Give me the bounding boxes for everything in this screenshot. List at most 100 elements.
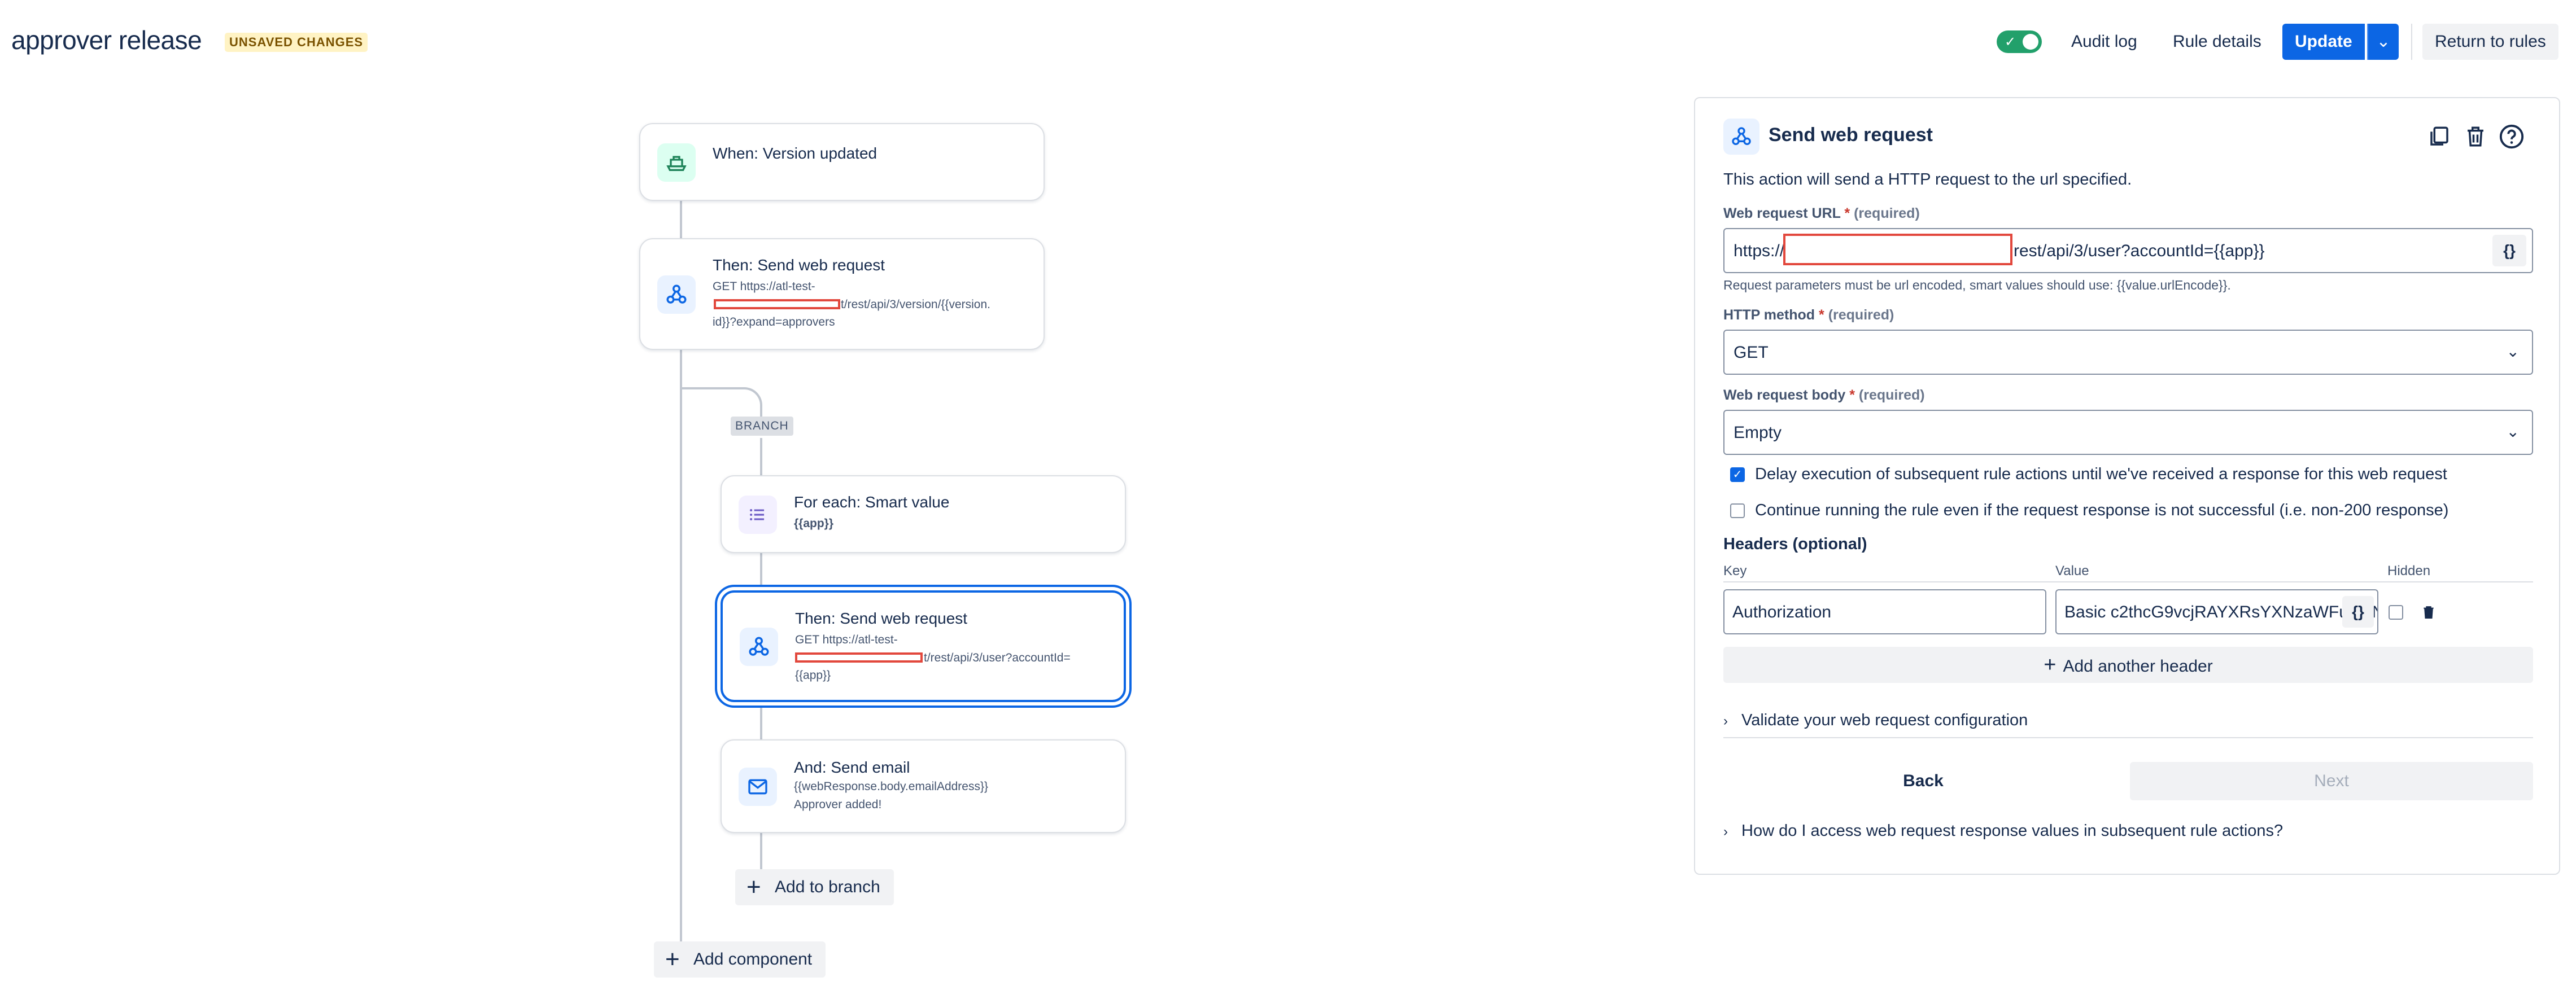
help-icon[interactable] [2496,121,2527,152]
plus-icon: + [746,873,761,901]
url-label: Web request URL * (required) [1723,205,1920,222]
url-input[interactable]: https:// rest/api/3/user?accountId={{app… [1723,228,2533,273]
chevron-right-icon: › [1723,713,1728,729]
unsaved-changes-badge: UNSAVED CHANGES [225,33,368,52]
body-label-text: Web request body [1723,387,1846,403]
smart-value-button[interactable]: {} [2342,596,2374,628]
action1-url-line1: GET https://atl-test- [713,280,815,293]
check-icon: ✓ [2005,34,2016,50]
http-method-select[interactable]: GET ⌄ [1723,330,2533,375]
action1-url-line3: id}}?expand=approvers [713,316,835,328]
action1-title: Then: Send web request [713,256,885,274]
add-to-branch-label: Add to branch [775,878,880,896]
webhook-icon [657,275,696,314]
faq-label: How do I access web request response val… [1741,822,2284,840]
delay-checkbox[interactable]: ✓ [1730,467,1745,482]
url-suffix: rest/api/3/user?accountId={{app}} [2014,242,2265,260]
col-key: Key [1723,563,1747,579]
required-text: (required) [1854,205,1920,221]
plus-icon: + [665,945,680,973]
rule-details-button[interactable]: Rule details [2160,24,2274,60]
validate-label: Validate your web request configuration [1741,711,2028,729]
headers-title: Headers (optional) [1723,535,1867,553]
action2-title: Then: Send web request [795,610,968,627]
faq-expander[interactable]: › How do I access web request response va… [1723,822,2283,840]
action2-url-line1: GET https://atl-test- [795,633,898,646]
redaction-box [714,299,840,309]
list-icon [739,496,777,534]
method-value: GET [1734,343,1769,362]
hidden-checkbox[interactable] [2389,605,2403,620]
method-label-text: HTTP method [1723,307,1815,323]
panel-title: Send web request [1769,124,1933,146]
header-divider [2411,24,2412,60]
add-header-label: Add another header [2063,657,2213,676]
send-web-request-card[interactable]: Then: Send web request GET https://atl-t… [639,238,1045,350]
trash-icon[interactable] [2420,604,2437,621]
foreach-title: For each: Smart value [794,493,950,511]
for-each-card[interactable]: For each: Smart value {{app}} [721,475,1126,553]
chevron-down-icon: ⌄ [2506,343,2520,360]
header-value-input[interactable]: Basic c2thcG9vcjRAYXRsYXNzaWFuLmNvbTpBVE… [2055,589,2378,634]
trigger-card[interactable]: When: Version updated [639,123,1045,201]
rule-enabled-toggle[interactable]: ✓ [1997,30,2042,53]
smart-value-button[interactable]: {} [2492,235,2526,266]
update-button[interactable]: Update [2282,24,2365,60]
add-to-branch-button[interactable]: + Add to branch [735,869,894,905]
chevron-down-icon: ⌄ [2376,32,2391,51]
headers-divider [1723,581,2533,582]
plus-icon: + [2044,653,2057,677]
copy-icon[interactable] [2424,121,2455,152]
required-asterisk: * [1844,205,1850,221]
webhook-icon [740,628,778,666]
email-subject: Approver added! [794,798,882,811]
continue-checkbox-label: Continue running the rule even if the re… [1755,501,2449,519]
action2-url-line2: t/rest/api/3/user?accountId= [924,651,1071,664]
ship-icon [657,143,696,182]
action1-url-line2: t/rest/api/3/version/{{version. [841,298,990,311]
trigger-title: When: Version updated [713,144,877,162]
validate-expander[interactable]: › Validate your web request configuration [1723,711,2028,730]
header-key-input[interactable]: Authorization [1723,589,2046,634]
back-button[interactable]: Back [1723,762,2123,800]
header-key-value: Authorization [1732,603,1832,621]
header-value-value: Basic c2thcG9vcjRAYXRsYXNzaWFuLmNvbTpBVE… [2064,603,2377,621]
next-button[interactable]: Next [2130,762,2533,800]
chevron-right-icon: › [1723,824,1728,839]
col-hidden: Hidden [2387,563,2431,579]
method-label: HTTP method * (required) [1723,307,1894,323]
email-title: And: Send email [794,759,910,776]
action2-url-line3: {{app}} [795,669,831,682]
foreach-smart-value: {{app}} [794,517,834,530]
url-label-text: Web request URL [1723,205,1841,221]
rule-title: approver release [11,25,202,55]
mail-icon [739,768,777,806]
request-body-select[interactable]: Empty ⌄ [1723,410,2533,455]
continue-checkbox[interactable] [1730,503,1745,518]
action-config-panel: Send web request This action will send a… [1694,97,2560,875]
branch-curve [681,387,762,417]
toggle-knob [2023,34,2038,50]
url-hint: Request parameters must be url encoded, … [1723,278,2231,292]
send-email-card[interactable]: And: Send email {{webResponse.body.email… [721,739,1126,833]
branch-label: BRANCH [731,417,793,436]
validate-divider [1723,737,2533,738]
email-recipient: {{webResponse.body.emailAddress}} [794,780,989,793]
audit-log-button[interactable]: Audit log [2059,24,2150,60]
url-prefix: https:// [1734,242,1785,260]
required-asterisk: * [1849,387,1855,403]
col-value: Value [2055,563,2089,579]
selected-send-web-request-card[interactable]: Then: Send web request GET https://atl-t… [721,590,1126,702]
webhook-icon [1723,119,1759,155]
return-to-rules-button[interactable]: Return to rules [2422,24,2558,60]
required-text: (required) [1828,307,1894,323]
update-dropdown-button[interactable]: ⌄ [2367,24,2399,60]
panel-description: This action will send a HTTP request to … [1723,170,2132,189]
trash-icon[interactable] [2460,121,2491,152]
chevron-down-icon: ⌄ [2506,423,2520,440]
add-component-button[interactable]: + Add component [654,941,826,978]
redaction-box [795,652,923,663]
required-asterisk: * [1819,307,1824,323]
add-another-header-button[interactable]: + Add another header [1723,647,2533,683]
add-component-label: Add component [693,950,813,969]
